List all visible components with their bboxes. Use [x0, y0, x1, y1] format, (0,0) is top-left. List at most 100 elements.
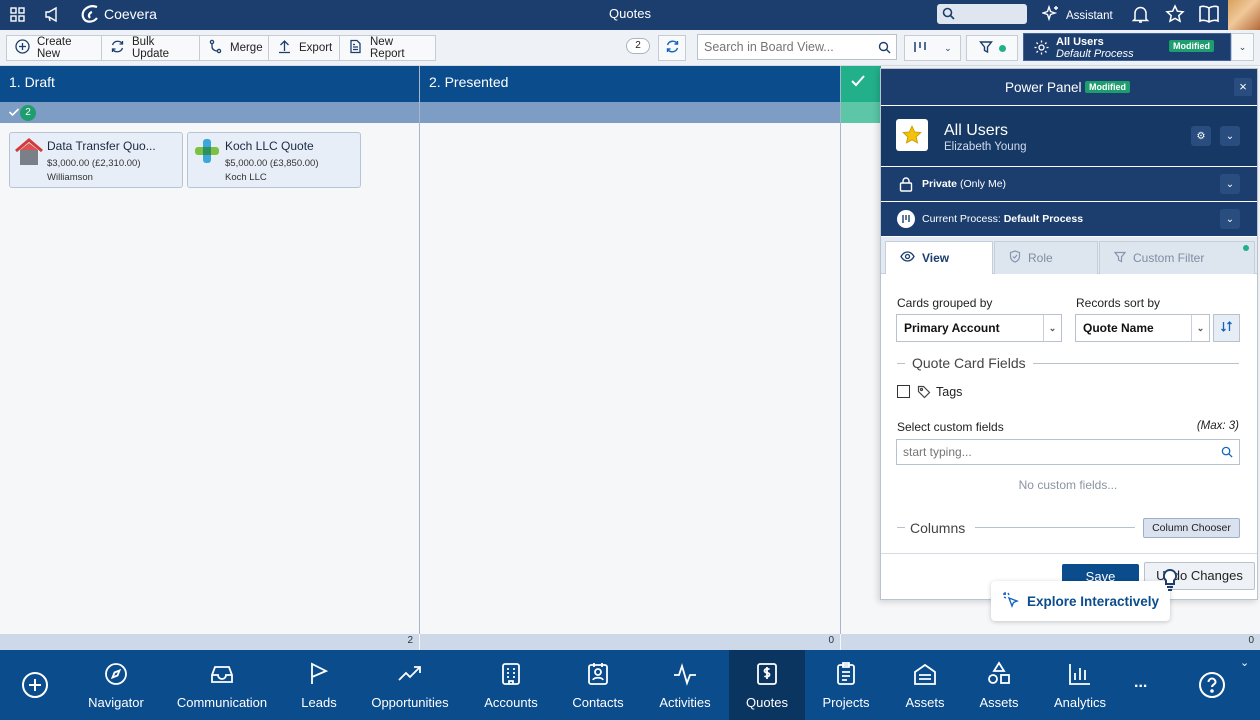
nav-label: Navigator — [88, 694, 144, 710]
sort-value: Quote Name — [1083, 321, 1154, 335]
sort-direction-button[interactable] — [1213, 314, 1240, 342]
nav-analytics[interactable]: Analytics — [1048, 650, 1112, 720]
column-count: 2 — [407, 635, 413, 646]
nav-assets[interactable]: Assets — [896, 650, 954, 720]
column-subheader-draft: 2 — [0, 102, 419, 123]
view-info-section: All Users Elizabeth Young ⚙ ⌄ — [881, 106, 1257, 166]
chevron-down-icon[interactable]: ⌄ — [1220, 126, 1240, 146]
explore-interactively-button[interactable]: Explore Interactively — [991, 581, 1170, 621]
bell-icon[interactable] — [1131, 5, 1150, 27]
tab-role[interactable]: Role — [994, 241, 1098, 274]
nav-contacts[interactable]: Contacts — [566, 650, 630, 720]
column-header-draft[interactable]: 1. Draft — [0, 66, 419, 102]
divider-line — [1033, 363, 1239, 364]
quote-card[interactable]: Data Transfer Quo... $3,000.00 (£2,310.0… — [9, 132, 183, 188]
report-icon — [348, 39, 363, 57]
nav-activities[interactable]: Activities — [652, 650, 718, 720]
nav-opportunities[interactable]: Opportunities — [364, 650, 456, 720]
refresh-button[interactable] — [658, 35, 686, 61]
board-search-input[interactable] — [697, 34, 897, 60]
create-new-button[interactable]: Create New — [6, 35, 102, 61]
filter-button[interactable] — [966, 35, 1018, 61]
panel-footer-line — [881, 553, 1257, 554]
new-report-button[interactable]: New Report — [339, 35, 436, 61]
bulk-update-button[interactable]: Bulk Update — [101, 35, 200, 61]
nav-label: Assets — [905, 694, 945, 710]
divider-line — [897, 363, 905, 364]
column-count: 0 — [1248, 635, 1254, 646]
tab-view[interactable]: View — [885, 241, 993, 274]
sync-icon — [665, 39, 680, 57]
tab-custom-filter[interactable]: Custom Filter — [1099, 241, 1255, 274]
favorite-star-icon[interactable] — [896, 119, 928, 151]
columns-icon — [913, 40, 927, 57]
eye-icon — [900, 251, 915, 265]
chevron-down-icon[interactable]: ⌄ — [1240, 656, 1249, 669]
create-new-label: Create New — [37, 36, 72, 60]
nav-projects[interactable]: Projects — [814, 650, 878, 720]
column-header-won[interactable] — [841, 66, 881, 102]
column-header-presented[interactable]: 2. Presented — [420, 66, 840, 102]
column-footer-won: 0 — [841, 634, 1260, 650]
brand-logo-icon — [79, 4, 101, 27]
megaphone-icon[interactable] — [44, 6, 61, 26]
add-button[interactable] — [20, 670, 50, 700]
apps-grid-icon[interactable] — [10, 7, 25, 25]
nav-assets-2[interactable]: Assets — [970, 650, 1028, 720]
tags-checkbox[interactable] — [897, 385, 910, 398]
quote-card[interactable]: Koch LLC Quote $5,000.00 (£3,850.00) Koc… — [187, 132, 361, 188]
nav-leads[interactable]: Leads — [290, 650, 348, 720]
assistant-button[interactable]: Assistant — [1040, 4, 1113, 26]
search-icon — [1221, 446, 1233, 461]
avatar[interactable] — [1228, 0, 1260, 30]
sparkle-icon — [1040, 4, 1060, 26]
search-icon — [942, 7, 955, 23]
chevron-down-icon[interactable]: ⌄ — [1220, 174, 1240, 194]
process-row[interactable]: Current Process: Default Process ⌄ — [881, 202, 1257, 236]
merge-button[interactable]: Merge — [199, 35, 269, 61]
chevron-down-icon[interactable]: ⌄ — [1220, 209, 1240, 229]
column-view-dropdown[interactable]: ⌄ — [904, 35, 961, 61]
nav-quotes[interactable]: Quotes — [729, 650, 805, 720]
sort-select[interactable]: Quote Name ⌄ — [1075, 314, 1210, 342]
privacy-row[interactable]: Private (Only Me) ⌄ — [881, 167, 1257, 201]
custom-fields-label: Select custom fields — [897, 420, 1004, 434]
card-fields-heading: Quote Card Fields — [912, 355, 1026, 371]
chevron-down-icon: ⌄ — [1191, 315, 1209, 341]
custom-fields-field[interactable] — [897, 440, 1207, 464]
nav-communication[interactable]: Communication — [172, 650, 272, 720]
clipboard-icon — [833, 661, 859, 690]
cross-logo-icon — [193, 137, 221, 168]
quote-icon — [754, 661, 780, 690]
column-title: 1. Draft — [9, 74, 55, 90]
view-name: All Users — [944, 122, 1009, 139]
process-icon — [897, 210, 915, 228]
board-search-field[interactable] — [698, 35, 874, 59]
nav-label: Communication — [176, 694, 268, 710]
export-button[interactable]: Export — [268, 35, 340, 61]
view-selector[interactable]: All Users Default Process Modified — [1023, 33, 1231, 61]
record-count-badge: 2 — [626, 38, 650, 54]
close-icon[interactable]: × — [1234, 78, 1252, 96]
card-company: Williamson — [47, 172, 93, 183]
column-chooser-label: Column Chooser — [1152, 522, 1231, 534]
help-button[interactable] — [1198, 671, 1226, 702]
global-search-input[interactable] — [937, 4, 1027, 24]
checkmark-icon[interactable] — [8, 106, 20, 121]
grouped-by-select[interactable]: Primary Account ⌄ — [896, 314, 1062, 342]
modified-badge: Modified — [1085, 81, 1130, 93]
view-selector-chevron[interactable]: ⌄ — [1231, 33, 1254, 61]
columns-heading: Columns — [910, 520, 966, 536]
custom-fields-input[interactable] — [896, 439, 1240, 465]
book-icon[interactable] — [1198, 4, 1220, 27]
chevron-down-icon: ⌄ — [1043, 315, 1061, 341]
column-chooser-button[interactable]: Column Chooser — [1143, 518, 1240, 538]
nav-label: Projects — [822, 694, 870, 710]
settings-gear-icon[interactable]: ⚙ — [1191, 126, 1211, 146]
star-icon[interactable] — [1165, 4, 1185, 27]
nav-navigator[interactable]: Navigator — [80, 650, 152, 720]
more-button[interactable]: ... — [1134, 674, 1147, 692]
card-title: Data Transfer Quo... — [47, 139, 156, 153]
nav-accounts[interactable]: Accounts — [476, 650, 546, 720]
tags-label: Tags — [936, 385, 963, 399]
